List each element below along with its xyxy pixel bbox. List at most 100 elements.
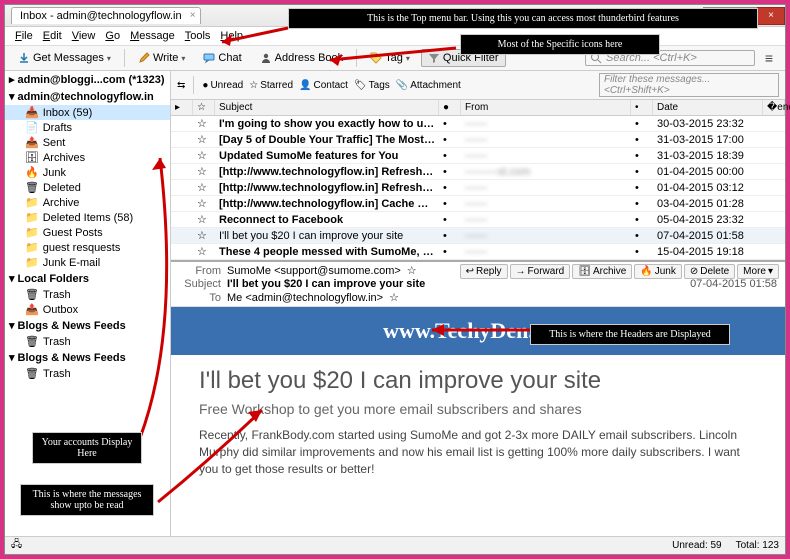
archive-button[interactable]: 🗄 Archive [572,264,632,279]
star-icon[interactable]: ☆ [193,180,215,195]
read-icon[interactable]: • [439,181,461,195]
get-messages-button[interactable]: Get Messages▾ [11,49,118,67]
read-icon[interactable]: • [439,245,461,259]
star-icon[interactable]: ☆ [193,148,215,163]
message-row[interactable]: ☆I'll bet you $20 I can improve your sit… [171,228,785,244]
col-subject[interactable]: Subject [215,100,439,115]
annot-msgs: This is where the messages show upto be … [20,484,154,516]
thread-icon[interactable] [171,123,193,125]
star-icon[interactable]: ☆ [407,264,417,277]
col-thread[interactable]: ▸ [171,100,193,115]
row-subject: [http://www.technologyflow.in] Refreshin… [215,165,439,179]
folder-item[interactable]: 📤Sent [5,135,170,150]
read-icon[interactable]: • [439,117,461,131]
close-tab-icon[interactable]: × [190,10,196,21]
folder-item[interactable]: 📥Inbox (59) [5,105,170,120]
status-total: Total: 123 [736,540,779,551]
menu-view[interactable]: View [68,29,100,43]
star-icon[interactable]: ☆ [193,116,215,131]
message-row[interactable]: ☆[Day 5 of Double Your Traffic] The Most… [171,132,785,148]
row-dot: • [631,149,653,163]
annot-icons: Most of the Specific icons here [460,34,660,55]
forward-button[interactable]: → Forward [510,264,571,279]
reply-button[interactable]: ↩ Reply [460,264,508,279]
row-from: —— [461,245,631,259]
filter-unread[interactable]: ● Unread [202,80,243,91]
read-icon[interactable]: • [439,213,461,227]
row-date: 15-04-2015 19:18 [653,245,763,259]
folder-label: Guest Posts [43,227,103,239]
read-icon[interactable]: • [439,149,461,163]
filter-attachment[interactable]: 📎 Attachment [396,80,461,91]
account-2[interactable]: ▾ admin@technologyflow.in [5,88,170,105]
row-subject: These 4 people messed with SumoMe, see —… [215,245,439,259]
row-subject: [http://www.technologyflow.in] Cache Pre… [215,197,439,211]
read-icon[interactable]: • [439,165,461,179]
row-from: —— [461,213,631,227]
menu-file[interactable]: File [11,29,37,43]
msg-p: Recently, FrankBody.com started using Su… [199,427,757,477]
annot-hdrs: This is where the Headers are Displayed [530,324,730,345]
row-date: 07-04-2015 01:58 [653,229,763,243]
filter-starred[interactable]: ☆ Starred [249,80,293,91]
menu-go[interactable]: Go [101,29,124,43]
write-button[interactable]: Write▾ [131,49,192,67]
col-from[interactable]: From [461,100,631,115]
account-1[interactable]: ▸ admin@bloggi...com (*1323) [5,71,170,88]
star-icon[interactable]: ☆ [193,164,215,179]
read-icon[interactable]: • [439,229,461,243]
chat-button[interactable]: Chat [196,49,248,67]
folder-label: Trash [43,289,71,301]
folder-label: guest resquests [43,242,121,254]
row-date: 31-03-2015 18:39 [653,149,763,163]
message-row[interactable]: ☆I'm going to show you exactly how to us… [171,116,785,132]
folder-item[interactable]: 📄Drafts [5,120,170,135]
col-read[interactable]: ● [439,100,461,115]
filter-toggle-icon[interactable]: ⇆ [177,80,185,91]
message-row[interactable]: ☆Updated SumoMe features for You•——•31-0… [171,148,785,164]
star-icon[interactable]: ☆ [193,132,215,147]
window-tab[interactable]: Inbox - admin@technologyflow.in × [11,7,201,24]
folder-icon: 🗄 [25,151,39,164]
col-picker[interactable]: �encellikle [763,100,785,115]
delete-button[interactable]: ⊘ Delete [684,264,735,279]
row-subject: [http://www.technologyflow.in] Refreshin… [215,181,439,195]
annot-accts: Your accounts Display Here [32,432,142,464]
folder-label: Archive [43,197,80,209]
folder-label: Junk [43,167,66,179]
message-row[interactable]: ☆[http://www.technologyflow.in] Cache Pr… [171,196,785,212]
folder-icon: 🗑 [25,335,39,348]
col-date[interactable]: Date [653,100,763,115]
col-star[interactable]: ☆ [193,100,215,115]
filter-tags[interactable]: 🏷 Tags [354,80,390,91]
filter-search-input[interactable]: Filter these messages... <Ctrl+Shift+K> [599,73,779,97]
read-icon[interactable]: • [439,133,461,147]
message-row[interactable]: ☆[http://www.technologyflow.in] Refreshi… [171,180,785,196]
status-unread: Unread: 59 [672,540,721,551]
status-online-icon[interactable]: 🖧 [11,537,22,554]
filter-contact[interactable]: 👤 Contact [299,80,348,91]
menu-edit[interactable]: Edit [39,29,66,43]
col-junk[interactable]: • [631,100,653,115]
status-bar: 🖧 Unread: 59 Total: 123 [5,536,785,554]
row-from: —— [461,229,631,243]
thread-icon[interactable] [171,139,193,141]
star-icon[interactable]: ☆ [193,244,215,259]
message-row[interactable]: ☆[http://www.technologyflow.in] Refreshi… [171,164,785,180]
row-from: —— [461,117,631,131]
junk-button[interactable]: 🔥 Junk [634,264,682,279]
star-icon[interactable]: ☆ [193,196,215,211]
app-menu-button[interactable]: ≡ [759,50,779,66]
star-icon[interactable]: ☆ [193,228,215,243]
menu-message[interactable]: Message [126,29,179,43]
star-icon[interactable]: ☆ [193,212,215,227]
chat-icon [203,52,215,64]
window-close-button[interactable]: × [757,7,785,25]
message-row[interactable]: ☆These 4 people messed with SumoMe, see … [171,244,785,260]
row-from: —— [461,181,631,195]
row-subject: [Day 5 of Double Your Traffic] The Most … [215,133,439,147]
message-row[interactable]: ☆Reconnect to Facebook•——•05-04-2015 23:… [171,212,785,228]
more-button[interactable]: More ▾ [737,264,779,279]
star-icon[interactable]: ☆ [389,291,399,304]
read-icon[interactable]: • [439,197,461,211]
